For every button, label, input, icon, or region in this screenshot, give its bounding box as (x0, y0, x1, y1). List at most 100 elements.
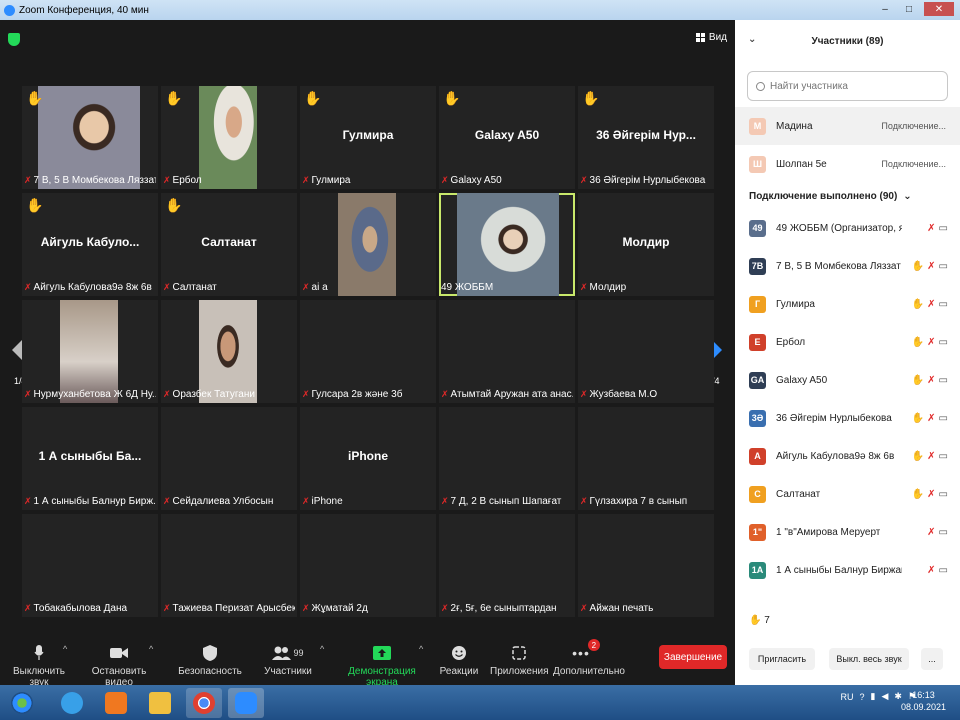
network-icon[interactable]: ▮ (871, 691, 876, 702)
more-button[interactable]: ••• 2 Дополнительно (553, 639, 625, 685)
video-tile[interactable]: ✋ Galaxy A50 ✗ Galaxy A50 (439, 86, 575, 189)
video-tile[interactable]: ✋ 36 Әйгерім Нур... ✗ 36 Әйгерім Нурлыбеков… (578, 86, 714, 189)
tile-label: ✗ 36 Әйгерім Нурлыбекова (580, 175, 712, 186)
tile-label: ✗ Атымтай Аружан ата анас... (441, 389, 573, 400)
video-tile[interactable]: ✋ Айгуль Кабуло... ✗ Айгуль Кабулова9ә 8ж 6… (22, 193, 158, 296)
taskbar-explorer[interactable] (142, 688, 178, 718)
video-tile[interactable]: ✗ Жузбаева М.О (578, 300, 714, 403)
muted-mic-icon: ✗ (302, 175, 310, 185)
tile-label-text: iPhone (311, 496, 343, 507)
share-screen-icon (336, 640, 428, 666)
video-tile[interactable]: ✗ 7 Д, 2 В сынып Шапағат (439, 407, 575, 510)
reactions-button[interactable]: Реакции (438, 640, 480, 685)
avatar: GA (749, 371, 766, 389)
taskbar-zoom[interactable] (228, 688, 264, 718)
video-off-icon: ▭ (938, 450, 948, 462)
tile-display-name: 1 А сыныбы Ба... (38, 449, 142, 463)
maximize-button[interactable]: □ (900, 2, 918, 16)
video-tile[interactable]: ✗ Гулсара 2в және 3б (300, 300, 436, 403)
windows-logo-icon (11, 692, 33, 714)
participant-row[interactable]: Г Гулмира ✋ ✗ ▭ (735, 285, 960, 323)
video-off-icon: ▭ (938, 526, 948, 538)
stop-video-button[interactable]: Остановить видео (80, 640, 158, 688)
section-chevron-icon[interactable]: ⌄ (903, 191, 911, 202)
video-tile[interactable]: ✗ Гүлзахира 7 в сынып (578, 407, 714, 510)
taskbar-media-player[interactable] (98, 688, 134, 718)
close-button[interactable]: ✕ (924, 2, 954, 16)
volume-icon[interactable]: ◀ (881, 691, 888, 702)
participant-row[interactable]: Е Ербол ✋ ✗ ▭ (735, 323, 960, 361)
search-input[interactable] (770, 80, 940, 92)
meeting-area: Вид 1/4 1/4 ✋✗7 В, 5 В Момбекова Ляззат✋… (0, 20, 735, 640)
participant-row[interactable]: 49 49 ЖОББМ (Организатор, я) ✗ ▭ (735, 209, 960, 247)
video-tile[interactable]: ✗ Нурмуханбетова Ж 6Д Ну... (22, 300, 158, 403)
video-camera-icon (80, 640, 158, 666)
video-tile[interactable]: 1 А сыныбы Ба... ✗ 1 А сыныбы Балнур Бирж.… (22, 407, 158, 510)
participant-row[interactable]: 3Ә 36 Әйгерім Нурлыбекова ✋ ✗ ▭ (735, 399, 960, 437)
video-tile[interactable]: ✋ ✗ Ербол (161, 86, 297, 189)
participant-row[interactable]: 7В 7 В, 5 В Момбекова Ляззат ✋ ✗ ▭ (735, 247, 960, 285)
participant-row[interactable]: 1" 1 "в"Амирова Меруерт ✗ ▭ (735, 513, 960, 551)
smiley-icon (438, 640, 480, 666)
video-tile[interactable]: ✗ Тобакабылова Дана (22, 514, 158, 617)
video-tile[interactable]: ✗ 2ғ, 5ғ, 6е сыныптардан (439, 514, 575, 617)
video-tile[interactable]: ✗ ai a (300, 193, 436, 296)
video-off-icon: ▭ (938, 222, 948, 234)
muted-mic-icon: ✗ (302, 603, 310, 613)
participant-row[interactable]: М Мадина Подключение... (735, 107, 960, 145)
video-tile[interactable]: ✋ Салтанат ✗ Салтанат (161, 193, 297, 296)
video-tile[interactable]: Молдир ✗ Молдир (578, 193, 714, 296)
video-tile[interactable]: 49 ЖОББМ (439, 193, 575, 296)
video-tile[interactable]: ✗Тажиева Перизат Арысбеков... (161, 514, 297, 617)
participant-row[interactable]: Ш Шолпан 5е Подключение... (735, 145, 960, 183)
share-screen-button[interactable]: Демонстрация экрана (336, 640, 428, 688)
participants-options-caret-icon[interactable]: ^ (320, 644, 324, 654)
apps-button[interactable]: Приложения (490, 640, 549, 685)
mute-options-caret-icon[interactable]: ^ (63, 644, 67, 654)
end-meeting-button[interactable]: Завершение (659, 645, 727, 669)
video-tile[interactable]: iPhone ✗ iPhone (300, 407, 436, 510)
muted-mic-icon: ✗ (163, 282, 171, 292)
help-icon[interactable]: ? (859, 692, 864, 702)
video-tile[interactable]: ✗ Атымтай Аружан ата анас... (439, 300, 575, 403)
participant-row[interactable]: С Салтанат ✋ ✗ ▭ (735, 475, 960, 513)
participant-row[interactable]: 1А 1 А сыныбы Балнур Биржанкы... ✗▭ (735, 551, 960, 589)
view-button[interactable]: Вид (695, 32, 727, 43)
participant-search[interactable] (747, 71, 948, 101)
connected-section-header[interactable]: Подключение выполнено (90) ⌄ (735, 183, 960, 209)
encryption-shield-icon[interactable] (8, 33, 20, 46)
search-icon (756, 81, 765, 91)
participant-name: Айгуль Кабулова9ә 8ж 6в (776, 450, 895, 462)
video-tile[interactable]: ✗ Оразбек Татугани (161, 300, 297, 403)
panel-more-button[interactable]: ... (921, 648, 943, 670)
minimize-button[interactable]: – (876, 2, 894, 16)
video-tile[interactable]: ✋ Гулмира ✗ Гулмира (300, 86, 436, 189)
participant-list[interactable]: М Мадина Подключение... Ш Шолпан 5е Подключен… (735, 107, 960, 589)
system-clock[interactable]: 16:13 08.09.2021 (901, 689, 946, 713)
video-tile[interactable]: ✗ Сейдалиева Улбосын (161, 407, 297, 510)
collapse-chevron-icon[interactable]: ⌄ (748, 34, 756, 45)
share-options-caret-icon[interactable]: ^ (419, 644, 423, 654)
muted-mic-icon: ✗ (163, 389, 171, 399)
tile-label: ✗ Гүлзахира 7 в сынып (580, 496, 712, 507)
video-options-caret-icon[interactable]: ^ (149, 644, 153, 654)
video-tile[interactable]: ✋ ✗ 7 В, 5 В Момбекова Ляззат (22, 86, 158, 189)
video-tile[interactable]: ✗ Жұматай 2д (300, 514, 436, 617)
participant-row[interactable]: GA Galaxy A50 ✋ ✗ ▭ (735, 361, 960, 399)
mute-all-button[interactable]: Выкл. весь звук (829, 648, 909, 670)
video-tile[interactable]: ✗ Айжан печать (578, 514, 714, 617)
participant-row[interactable]: А Айгуль Кабулова9ә 8ж 6в ✋ ✗ ▭ (735, 437, 960, 475)
invite-button[interactable]: Пригласить (749, 648, 815, 670)
avatar: 7В (749, 257, 766, 275)
room-photo (60, 300, 118, 403)
language-indicator[interactable]: RU (840, 692, 853, 702)
video-off-icon: ▭ (938, 260, 948, 272)
tile-label: ✗ Тобакабылова Дана (24, 603, 156, 614)
taskbar-ie[interactable] (54, 688, 90, 718)
muted-mic-icon: ✗ (24, 603, 32, 613)
avatar: 3Ә (749, 409, 766, 427)
participants-button[interactable]: 99 Участники (260, 640, 316, 685)
start-button[interactable] (4, 688, 40, 718)
security-button[interactable]: Безопасность (178, 640, 242, 685)
taskbar-chrome[interactable] (186, 688, 222, 718)
